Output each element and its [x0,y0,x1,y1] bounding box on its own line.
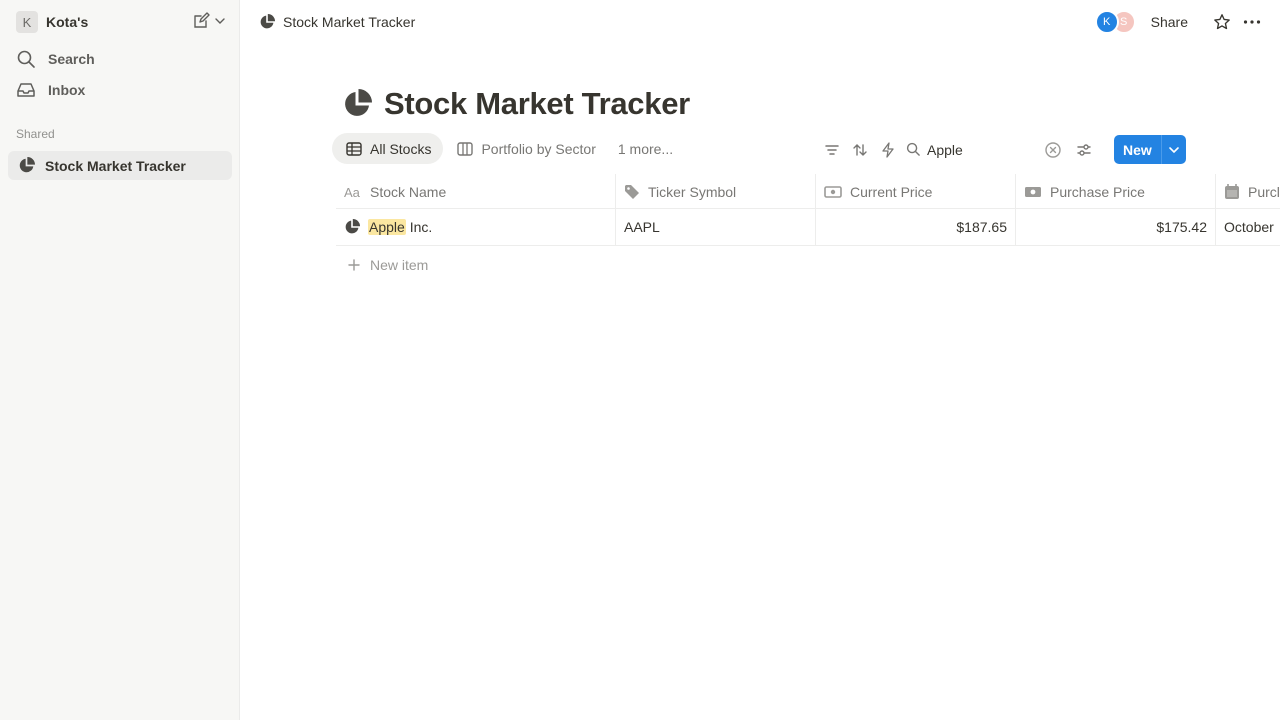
table-header: Aa Stock Name Ticker Symbol Current Pric… [336,174,1280,209]
database-search[interactable] [906,137,1078,163]
tab-label: All Stocks [370,140,432,157]
sidebar-item-label: Stock Market Tracker [45,157,186,174]
database-table: Aa Stock Name Ticker Symbol Current Pric… [336,174,1280,283]
sidebar-item-inbox[interactable]: Inbox [16,76,228,104]
cell-ticker-symbol[interactable]: AAPL [616,209,816,245]
inbox-icon [16,80,36,100]
topbar-actions: K S Share [1094,9,1264,35]
automation-icon[interactable] [876,138,900,162]
workspace-avatar: K [16,11,38,33]
svg-text:Aa: Aa [344,185,361,199]
board-icon [457,141,474,156]
new-page-icon[interactable] [192,12,210,30]
page-header: Stock Market Tracker [342,85,690,123]
more-options-icon[interactable] [1240,10,1264,34]
stock-name-text: Apple Inc. [368,219,432,235]
sidebar-item-stock-market-tracker[interactable]: Stock Market Tracker [8,151,232,180]
avatar: K [1094,10,1119,34]
search-highlight: Apple [368,219,406,235]
plus-icon [348,258,360,271]
workspace-name: Kota's [46,14,89,30]
column-header-purchase-price[interactable]: Purchase Price [1016,174,1216,209]
workspace-switcher[interactable]: K Kota's [16,11,228,33]
cell-purchase-date[interactable]: October [1216,209,1280,245]
column-header-current-price[interactable]: Current Price [816,174,1016,209]
column-label: Purchase Price [1050,183,1145,200]
column-label: Current Price [850,183,933,200]
tab-all-stocks[interactable]: All Stocks [332,133,444,164]
pie-chart-icon[interactable] [342,89,372,119]
column-label: Stock Name [370,183,447,200]
tab-portfolio-by-sector[interactable]: Portfolio by Sector [443,133,607,164]
sort-icon[interactable] [848,138,872,162]
star-icon[interactable] [1210,10,1234,34]
breadcrumb-label: Stock Market Tracker [283,14,416,30]
column-header-ticker-symbol[interactable]: Ticker Symbol [616,174,816,209]
new-item-button[interactable]: New item [336,246,1280,283]
cell-current-price[interactable]: $187.65 [816,209,1016,245]
search-icon [16,49,36,69]
filter-icon[interactable] [820,138,844,162]
column-label: Ticker Symbol [648,183,737,200]
stock-name-rest: Inc. [405,219,433,235]
sidebar-item-label: Search [48,51,95,67]
pie-chart-icon [18,157,35,174]
column-label: Purcl [1248,183,1280,200]
more-views-button[interactable]: 1 more... [608,141,683,157]
pie-chart-icon [344,219,360,235]
sidebar: K Kota's Search Inbox Shared Stock Marke… [0,0,240,720]
search-input[interactable] [927,141,1047,158]
cell-purchase-price[interactable]: $175.42 [1016,209,1216,245]
tab-label: Portfolio by Sector [481,140,596,157]
column-header-stock-name[interactable]: Aa Stock Name [336,174,616,209]
money-icon [1024,185,1042,199]
sidebar-item-label: Inbox [48,82,86,98]
column-header-purchase-date[interactable]: Purcl [1216,174,1280,209]
database-toolbar [820,136,1100,163]
new-item-label: New item [370,256,429,273]
share-button[interactable]: Share [1151,14,1188,30]
chevron-down-icon[interactable] [214,15,226,27]
breadcrumb[interactable]: Stock Market Tracker [259,12,415,32]
view-tabs: All Stocks Portfolio by Sector 1 more... [332,133,683,164]
cell-stock-name[interactable]: Apple Inc. [336,209,616,245]
collaborator-avatars[interactable]: K S [1094,10,1137,34]
search-icon [906,142,921,157]
table-row[interactable]: Apple Inc. AAPL $187.65 $175.42 October [336,209,1280,246]
calendar-icon [1224,183,1240,200]
chevron-down-icon[interactable] [1162,135,1186,164]
text-property-icon: Aa [344,185,362,199]
tag-icon [624,184,640,200]
pie-chart-icon [259,14,275,30]
sidebar-item-search[interactable]: Search [16,45,228,73]
new-button-group: New [1114,135,1186,164]
sidebar-section-shared: Shared [16,127,55,141]
currency-icon [824,185,842,199]
page-title[interactable]: Stock Market Tracker [384,86,690,122]
table-icon [346,141,362,156]
new-button[interactable]: New [1114,135,1162,164]
clear-search-icon[interactable] [1044,141,1074,159]
